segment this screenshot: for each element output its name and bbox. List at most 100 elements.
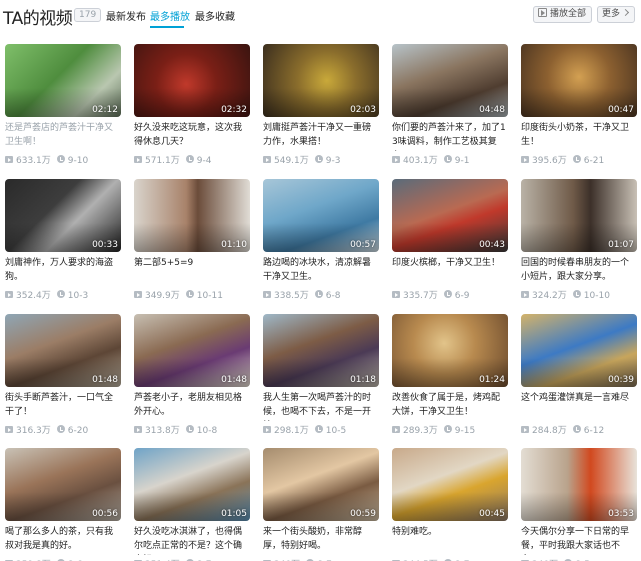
video-duration: 00:39 (608, 375, 634, 385)
video-thumbnail[interactable]: 00:59 (263, 448, 379, 521)
video-meta: 349.9万 10-11 (134, 290, 250, 302)
video-meta: 549.1万 9-3 (263, 155, 379, 167)
video-title[interactable]: 印度火槟榔，干净又卫生！ (392, 256, 508, 286)
video-card[interactable]: 01:10 第二部5+5=9 349.9万 10-11 (134, 179, 250, 314)
video-card[interactable]: 01:05好久没吃冰淇淋了，也得偶尔吃点正常的不是？这个确实好251.4万8-7 (134, 448, 250, 561)
video-title[interactable]: 街头手断芦荟汁，一口气全干了！ (5, 391, 121, 421)
video-title[interactable]: 芦荟老小子，老朋友相见格外开心。 (134, 391, 250, 421)
tab-latest[interactable]: 最新发布 (106, 8, 146, 23)
video-meta: 338.5万 6-8 (263, 290, 379, 302)
video-title[interactable]: 你们要的芦荟汁来了，加了13味调料，制作工艺极其复杂。 (392, 121, 508, 151)
video-thumbnail[interactable]: 00:33 (5, 179, 121, 252)
video-card[interactable]: 02:12 还是芦荟店的芦荟汁干净又卫生啊！ 633.1万 9-10 (5, 44, 121, 179)
video-duration: 03:53 (608, 509, 634, 519)
clock-icon (56, 290, 65, 298)
video-thumbnail[interactable]: 00:45 (392, 448, 508, 521)
clock-icon (314, 155, 323, 163)
video-thumbnail[interactable]: 02:12 (5, 44, 121, 117)
play-count: 335.7万 (403, 291, 438, 301)
tab-most-played[interactable]: 最多播放 (150, 8, 190, 23)
video-thumbnail[interactable]: 01:05 (134, 448, 250, 521)
play-all-button[interactable]: 播放全部 (533, 6, 592, 23)
video-meta: 395.6万 6-21 (521, 155, 637, 167)
video-title[interactable]: 喝了那么多人的茶，只有我叔对我是真的好。 (5, 525, 121, 555)
video-card[interactable]: 00:57 路边喝的冰块水，清凉解暑干净又卫生。 338.5万 6-8 (263, 179, 379, 314)
play-count-icon (263, 291, 271, 298)
video-card[interactable]: 00:59来一个街头酸奶，非常醇厚，特别好喝。240万8-7 (263, 448, 379, 561)
video-card[interactable]: 01:48 芦荟老小子，老朋友相见格外开心。 313.8万 10-8 (134, 314, 250, 449)
video-thumbnail[interactable]: 00:47 (521, 44, 637, 117)
video-title[interactable]: 今天偶尔分享一下日常的早餐，平时我跟大家话也不多， (521, 525, 637, 555)
video-thumbnail[interactable]: 00:39 (521, 314, 637, 387)
video-thumbnail[interactable]: 04:48 (392, 44, 508, 117)
video-duration: 00:57 (350, 240, 376, 250)
video-thumbnail[interactable]: 03:53 (521, 448, 637, 521)
publish-date: 9-3 (325, 156, 341, 166)
video-thumbnail[interactable]: 00:56 (5, 448, 121, 521)
video-title[interactable]: 我人生第一次喝芦荟汁的时候，也喝不下去，不是一开始 (263, 391, 379, 421)
video-duration: 01:05 (221, 509, 247, 519)
video-card[interactable]: 00:43 印度火槟榔，干净又卫生！ 335.7万 6-9 (392, 179, 508, 314)
video-card[interactable]: 04:48 你们要的芦荟汁来了，加了13味调料，制作工艺极其复杂。 403.1万 9-… (392, 44, 508, 179)
video-title[interactable]: 印度街头小奶茶，干净又卫生！ (521, 121, 637, 151)
video-card[interactable]: 03:53今天偶尔分享一下日常的早餐，平时我跟大家话也不多，240万8-5 (521, 448, 637, 561)
video-card[interactable]: 00:45特别难吃。244.5万8-7 (392, 448, 508, 561)
video-thumbnail[interactable]: 01:48 (134, 314, 250, 387)
publish-date: 6-9 (454, 291, 470, 301)
play-count: 298.1万 (274, 426, 309, 436)
video-card[interactable]: 02:32 好久没来吃这玩意，这次我得休息几天？ 571.1万 9-4 (134, 44, 250, 179)
video-title[interactable]: 好久没来吃这玩意，这次我得休息几天？ (134, 121, 250, 151)
video-title[interactable]: 路边喝的冰块水，清凉解暑干净又卫生。 (263, 256, 379, 286)
video-thumbnail[interactable]: 02:32 (134, 44, 250, 117)
video-title[interactable]: 这个鸡蛋灌饼真是一言难尽 (521, 391, 637, 421)
video-title[interactable]: 刘庸挺芦荟汁干净又一重磅力作，水果搭！ (263, 121, 379, 151)
video-title[interactable]: 刘庸神作，万人要求的海盗狗。 (5, 256, 121, 286)
video-meta: 571.1万 9-4 (134, 155, 250, 167)
clock-icon (443, 290, 452, 298)
video-thumbnail[interactable]: 01:07 (521, 179, 637, 252)
publish-date: 10-5 (325, 426, 347, 436)
video-card[interactable]: 02:03 刘庸挺芦荟汁干净又一重磅力作，水果搭！ 549.1万 9-3 (263, 44, 379, 179)
video-thumbnail[interactable]: 02:03 (263, 44, 379, 117)
video-thumbnail[interactable]: 01:24 (392, 314, 508, 387)
video-card[interactable]: 01:48 街头手断芦荟汁，一口气全干了！ 316.3万 6-20 (5, 314, 121, 449)
video-title[interactable]: 回国的时候春串朋友的一个小短片，跟大家分享。 (521, 256, 637, 286)
video-duration: 04:48 (479, 105, 505, 115)
video-title[interactable]: 第二部5+5=9 (134, 256, 250, 286)
video-meta: 324.2万 10-10 (521, 290, 637, 302)
video-title[interactable]: 来一个街头酸奶，非常醇厚，特别好喝。 (263, 525, 379, 555)
video-title[interactable]: 好久没吃冰淇淋了，也得偶尔吃点正常的不是？这个确实好 (134, 525, 250, 555)
video-thumbnail[interactable]: 01:18 (263, 314, 379, 387)
video-card[interactable]: 00:33 刘庸神作，万人要求的海盗狗。 352.4万 10-3 (5, 179, 121, 314)
video-thumbnail[interactable]: 01:48 (5, 314, 121, 387)
tab-most-favorited[interactable]: 最多收藏 (195, 8, 235, 23)
video-duration: 01:24 (479, 375, 505, 385)
video-card[interactable]: 01:07 回国的时候春串朋友的一个小短片，跟大家分享。 324.2万 10-10 (521, 179, 637, 314)
video-title[interactable]: 改善伙食了属于是，烤鸡配大饼，干净又卫生！ (392, 391, 508, 421)
video-duration: 02:32 (221, 105, 247, 115)
video-thumbnail[interactable]: 00:57 (263, 179, 379, 252)
publish-date: 10-11 (196, 291, 223, 301)
clock-icon (185, 290, 194, 298)
video-thumbnail[interactable]: 01:10 (134, 179, 250, 252)
video-duration: 01:10 (221, 240, 247, 250)
publish-date: 6-21 (583, 156, 605, 166)
video-thumbnail[interactable]: 00:43 (392, 179, 508, 252)
play-count-icon (521, 291, 529, 298)
video-card[interactable]: 00:47 印度街头小奶茶，干净又卫生！ 395.6万 6-21 (521, 44, 637, 179)
video-card[interactable]: 00:39 这个鸡蛋灌饼真是一言难尽 284.8万 6-12 (521, 314, 637, 449)
video-title[interactable]: 还是芦荟店的芦荟汁干净又卫生啊！ (5, 121, 121, 151)
video-card[interactable]: 01:24 改善伙食了属于是，烤鸡配大饼，干净又卫生！ 289.3万 9-15 (392, 314, 508, 449)
video-card[interactable]: 01:18 我人生第一次喝芦荟汁的时候，也喝不下去，不是一开始 298.1万 10-5 (263, 314, 379, 449)
more-button[interactable]: 更多 (597, 6, 635, 23)
video-duration: 00:47 (608, 105, 634, 115)
video-card[interactable]: 00:56喝了那么多人的茶，只有我叔对我是真的好。259.8万8-6 (5, 448, 121, 561)
play-count-icon (134, 291, 142, 298)
video-duration: 01:07 (608, 240, 634, 250)
play-count-icon (5, 426, 13, 433)
play-count: 352.4万 (16, 291, 51, 301)
clock-icon (185, 155, 194, 163)
video-title[interactable]: 特别难吃。 (392, 525, 508, 555)
active-tab-underline (150, 26, 184, 28)
video-duration: 01:48 (221, 375, 247, 385)
